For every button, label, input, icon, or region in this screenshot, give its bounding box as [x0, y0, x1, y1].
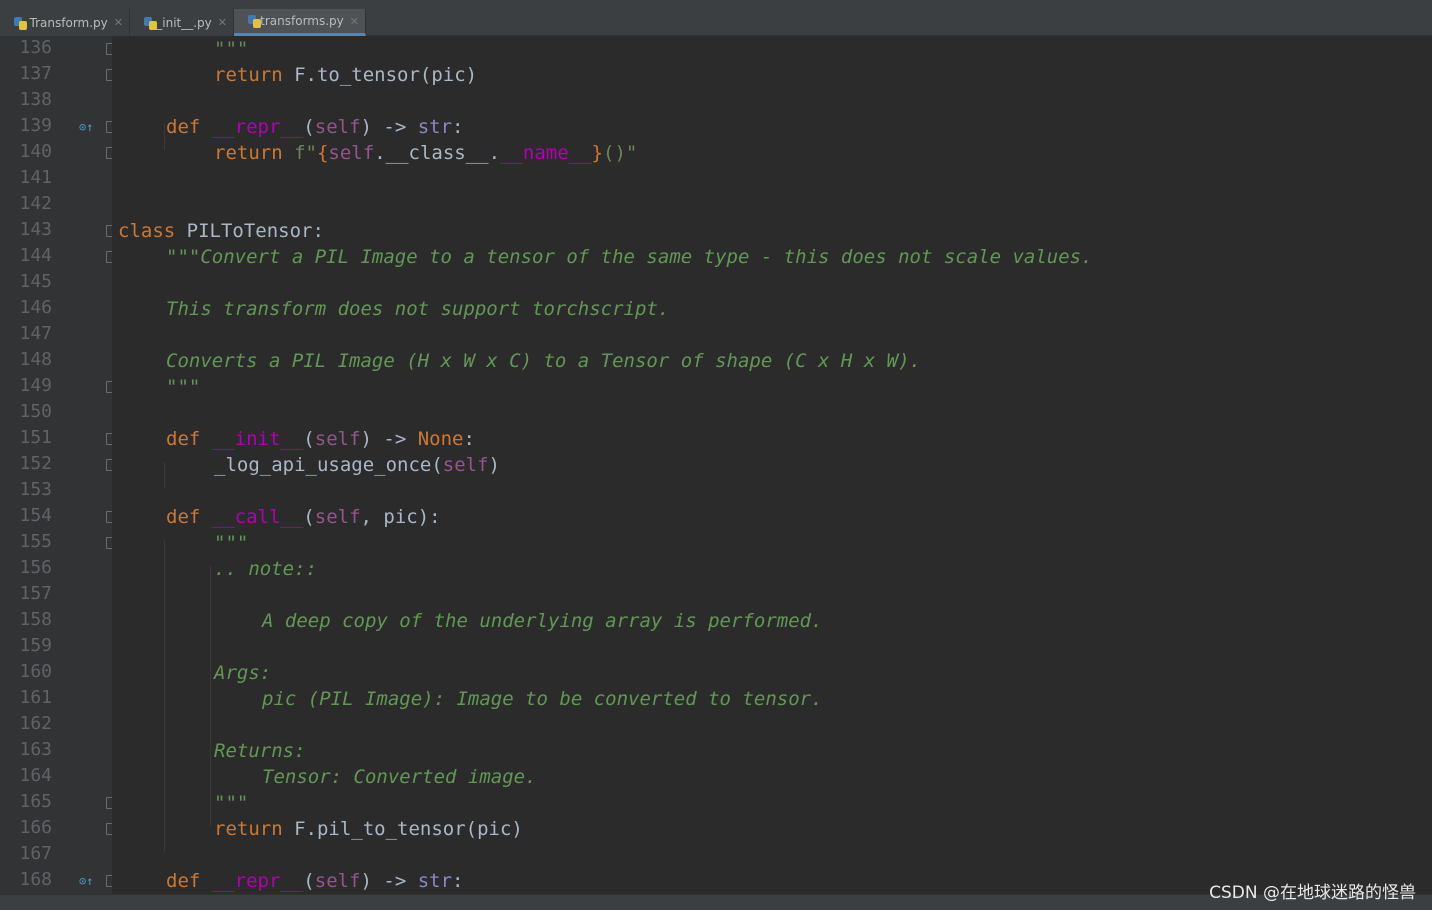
code-line-136: """	[214, 38, 249, 60]
tab-transforms-py[interactable]: transforms.py ✕	[234, 9, 366, 36]
code-line-152: _log_api_usage_once(self)	[214, 454, 500, 476]
watermark: CSDN @在地球迷路的怪兽	[1209, 883, 1416, 903]
line-number: 141	[19, 167, 52, 188]
override-method-icon[interactable]: ⊙↑	[79, 874, 95, 888]
tab-label: __init__.py	[150, 15, 212, 30]
code-line-161: pic (PIL Image): Image to be converted t…	[262, 688, 823, 710]
code-line-156: .. note::	[214, 558, 317, 580]
line-gutter[interactable]: 136 137 138 139 140 141 142 143 144 145 146 147 148 1…	[0, 36, 116, 894]
line-number: 137	[19, 63, 52, 84]
code-line-160: Args:	[214, 662, 272, 684]
line-number: 142	[19, 193, 52, 214]
line-number: 167	[19, 843, 52, 864]
line-number: 157	[19, 583, 52, 604]
editor-tab-bar: Transform.py ✕ __init__.py ✕ transforms.…	[0, 0, 1432, 36]
tab-label: Transform.py	[29, 15, 108, 30]
line-number: 145	[19, 271, 52, 292]
line-number: 138	[19, 89, 52, 110]
code-line-148: Converts a PIL Image (H x W x C) to a Te…	[166, 350, 921, 372]
code-line-165: """	[214, 792, 249, 814]
line-number: 163	[19, 739, 52, 760]
python-file-icon	[14, 16, 27, 30]
code-line-146: This transform does not support torchscr…	[166, 298, 670, 320]
line-number: 155	[19, 531, 52, 552]
code-line-154: def __call__(self, pic):	[166, 506, 441, 528]
tab-init-py[interactable]: __init__.py ✕	[130, 9, 234, 36]
code-line-164: Tensor: Converted image.	[262, 766, 537, 788]
tab-label: transforms.py	[260, 14, 344, 28]
line-number: 153	[19, 479, 52, 500]
code-line-151: def __init__(self) -> None:	[166, 428, 475, 450]
code-line-137: return F.to_tensor(pic)	[214, 64, 478, 86]
line-number: 144	[19, 245, 52, 266]
line-number: 150	[19, 401, 52, 422]
line-number: 165	[19, 791, 52, 812]
code-line-168: def __repr__(self) -> str:	[166, 870, 464, 892]
line-number: 164	[19, 765, 52, 786]
line-number: 146	[19, 297, 52, 318]
line-number: 139	[19, 115, 52, 136]
line-number: 149	[19, 375, 52, 396]
code-line-143: class PILToTensor:	[118, 220, 324, 242]
line-number: 154	[19, 505, 52, 526]
python-file-icon	[248, 14, 262, 28]
line-number: 160	[19, 661, 52, 682]
line-number: 168	[19, 869, 52, 890]
close-icon[interactable]: ✕	[218, 16, 227, 29]
line-number: 161	[19, 687, 52, 708]
close-icon[interactable]: ✕	[114, 16, 123, 29]
line-number: 143	[19, 219, 52, 240]
line-number: 147	[19, 323, 52, 344]
code-line-140: return f"{self.__class__.__name__}()"	[214, 142, 638, 164]
line-number: 148	[19, 349, 52, 370]
code-line-155: """	[214, 532, 249, 554]
line-number: 158	[19, 609, 52, 630]
code-line-144: """Convert a PIL Image to a tensor of th…	[166, 246, 1093, 268]
line-number: 151	[19, 427, 52, 448]
line-number: 156	[19, 557, 52, 578]
code-editor[interactable]: """ return F.to_tensor(pic) def __repr__…	[112, 36, 1432, 894]
tab-transform-py[interactable]: Transform.py ✕	[0, 9, 130, 36]
line-number: 162	[19, 713, 52, 734]
override-method-icon[interactable]: ⊙↑	[79, 120, 95, 134]
line-number: 140	[19, 141, 52, 162]
code-line-139: def __repr__(self) -> str:	[166, 116, 464, 138]
code-line-158: A deep copy of the underlying array is p…	[262, 610, 823, 632]
line-number: 159	[19, 635, 52, 656]
line-number: 136	[19, 37, 52, 58]
code-line-166: return F.pil_to_tensor(pic)	[214, 818, 523, 840]
code-line-149: """	[166, 376, 201, 398]
line-number: 166	[19, 817, 52, 838]
close-icon[interactable]: ✕	[350, 15, 359, 28]
line-number: 152	[19, 453, 52, 474]
python-file-icon	[144, 16, 159, 30]
code-line-163: Returns:	[214, 740, 306, 762]
